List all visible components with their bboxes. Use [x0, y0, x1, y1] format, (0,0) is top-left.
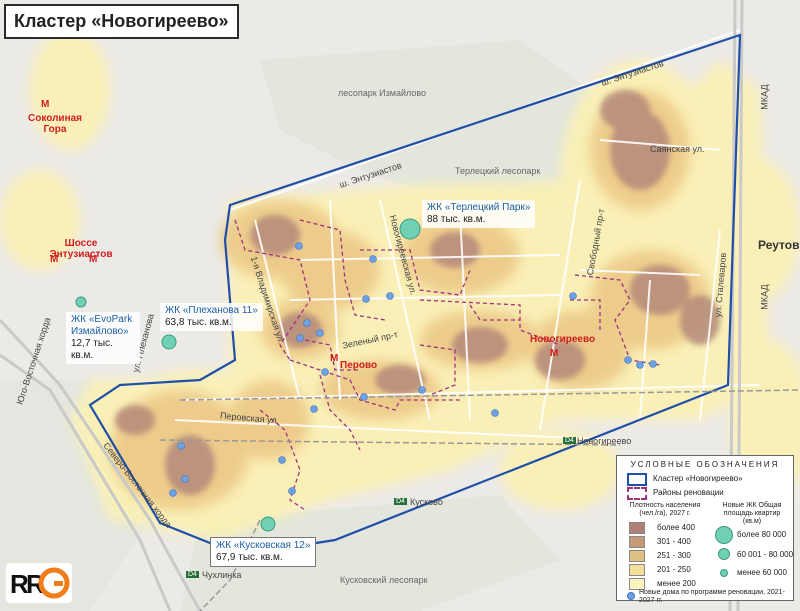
izmaylovo-forest-label: лесопарк Измайлово [338, 88, 427, 98]
density-label-5: менее 200 [657, 579, 696, 588]
rrg-logo-mark: R R [10, 567, 70, 599]
d4-badge-chukhlinka: D4 [186, 571, 199, 578]
chukhlinka-station-label: Чухлинка [202, 570, 242, 580]
jk-legend-label-1: более 80 000 [737, 530, 787, 539]
density-label-1: более 400 [657, 523, 695, 532]
legend-cluster-label: Кластер «Новогиреево» [653, 474, 743, 483]
density-swatch-1 [629, 522, 645, 534]
jk-area: 12,7 тыс. кв.м. [71, 338, 113, 361]
jk-name: ЖК «Терлецкий Парк» [427, 202, 531, 213]
jk-legend-circle-large [715, 526, 733, 544]
metro-perovo-label: Перово [340, 360, 378, 371]
new-houses-label: Новые дома по программе реновации, 2021-… [639, 589, 785, 604]
density-swatch-2 [629, 536, 645, 548]
novogireevo-station-label: Новогиреево [577, 436, 632, 446]
metro-shosse-entuziastov-label: Шоссе Энтузиастов [49, 238, 113, 260]
jk-callout-kuskovskaya[interactable]: ЖК «Кусковская 12» 67,9 тыс. кв.м. [210, 537, 317, 567]
density-label-3: 251 - 300 [657, 551, 691, 560]
density-label-4: 201 - 250 [657, 565, 691, 574]
new-house-legend-dot [627, 592, 635, 600]
kuskovsky-forest-label: Кусковский лесопарк [340, 575, 428, 585]
d4-badge-kuskovo: D4 [394, 498, 407, 505]
street-mkad-label-1: МКАД [759, 84, 770, 110]
jk-name: ЖК «Плеханова 11» [165, 305, 258, 316]
map[interactable]: М М М М М Кластер «Новогиреево» ш. Энтуз… [0, 0, 800, 611]
jk-legend-circle-mid [718, 548, 730, 560]
kuskovo-station-label: Кусково [410, 497, 443, 507]
metro-novogireevo-label: Новогиреево [530, 334, 596, 345]
jk-legend-label-2: 60 001 - 80 000 [737, 550, 794, 559]
legend: УСЛОВНЫЕ ОБОЗНАЧЕНИЯ Кластер «Новогиреев… [616, 455, 794, 604]
density-swatch-3 [629, 550, 645, 562]
jk-legend-label-3: менее 60 000 [737, 568, 787, 577]
metro-sokolnaya-gora-label: Соколиная Гора [28, 113, 82, 135]
reutov-label: Реутов [758, 238, 800, 252]
legend-cluster-swatch [627, 473, 647, 486]
jk-callout-plekhanova[interactable]: ЖК «Плеханова 11» 63,8 тыс. кв.м. [160, 303, 263, 331]
rrg-logo: R R [6, 563, 72, 603]
street-sayanskaya-label: Саянская ул. [650, 144, 705, 154]
legend-density-title: Плотность населения (чел./га), 2027 г. [629, 502, 701, 517]
density-swatch-4 [629, 564, 645, 576]
jk-callout-terletsky[interactable]: ЖК «Терлецкий Парк» 88 тыс. кв.м. [422, 200, 536, 228]
legend-renovation-swatch [627, 487, 647, 500]
jk-legend-circle-small [720, 569, 728, 577]
svg-text:М: М [41, 99, 49, 110]
jk-area: 63,8 тыс. кв.м. [165, 317, 232, 328]
legend-title: УСЛОВНЫЕ ОБОЗНАЧЕНИЯ [630, 460, 780, 469]
terletsky-forest-label: Терлецкий лесопарк [455, 166, 541, 176]
jk-callout-evopark[interactable]: ЖК «EvoPark Измайлово» 12,7 тыс. кв.м. [66, 312, 140, 364]
street-mkad-label-2: МКАД [759, 284, 770, 310]
jk-name: ЖК «Кусковская 12» [216, 540, 311, 551]
legend-jk-title: Новые ЖК Общая площадь квартир (кв.м) [722, 502, 782, 525]
svg-text:М: М [330, 353, 338, 364]
jk-area: 67,9 тыс. кв.м. [216, 552, 283, 563]
legend-renovation-label: Районы реновации [653, 488, 724, 497]
d4-badge-novogireevo: D4 [563, 437, 576, 444]
jk-area: 88 тыс. кв.м. [427, 214, 486, 225]
density-label-2: 301 - 400 [657, 537, 691, 546]
map-title: Кластер «Новогиреево» [4, 4, 239, 39]
jk-name: ЖК «EvoPark Измайлово» [71, 314, 133, 337]
svg-text:М: М [550, 348, 558, 359]
